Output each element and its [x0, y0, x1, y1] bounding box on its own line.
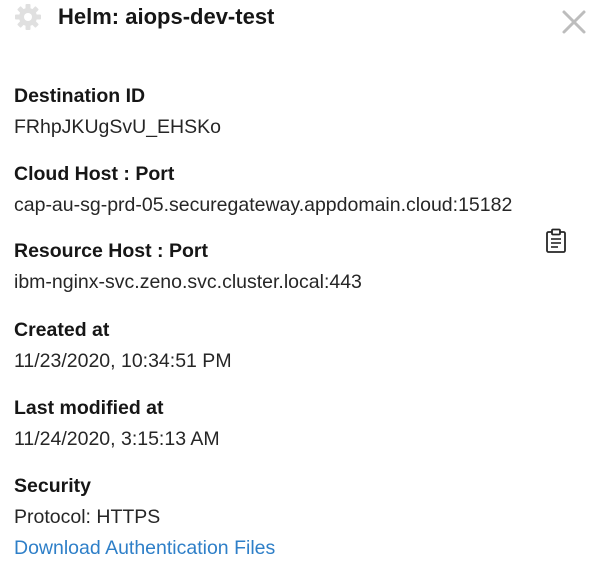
resource-host-value: ibm-nginx-svc.zeno.svc.cluster.local:443: [14, 271, 362, 293]
destination-id-value: FRhpJKUgSvU_EHSKo: [14, 116, 221, 138]
panel-title: Helm: aiops-dev-test: [58, 4, 275, 29]
created-at-label: Created at: [14, 319, 110, 341]
resource-host-field: Resource Host : Port ibm-nginx-svc.zeno.…: [14, 239, 362, 294]
last-modified-field: Last modified at 11/24/2020, 3:15:13 AM: [14, 396, 220, 451]
cloud-host-label: Cloud Host : Port: [14, 163, 175, 185]
destination-details-panel: Helm: aiops-dev-test Destination ID FRhp…: [0, 0, 608, 572]
close-icon[interactable]: [560, 8, 588, 36]
security-label: Security: [14, 475, 91, 497]
last-modified-label: Last modified at: [14, 397, 164, 419]
download-auth-files-link[interactable]: Download Authentication Files: [14, 536, 275, 560]
created-at-value: 11/23/2020, 10:34:51 PM: [14, 350, 232, 372]
panel-header: Helm: aiops-dev-test: [14, 2, 274, 32]
security-protocol: Protocol: HTTPS: [14, 506, 161, 528]
destination-id-label: Destination ID: [14, 85, 146, 107]
cloud-host-field: Cloud Host : Port cap-au-sg-prd-05.secur…: [14, 162, 512, 217]
last-modified-value: 11/24/2020, 3:15:13 AM: [14, 428, 220, 450]
gear-icon: [15, 4, 41, 30]
security-field: Security Protocol: HTTPS Download Authen…: [14, 474, 275, 560]
destination-id-field: Destination ID FRhpJKUgSvU_EHSKo: [14, 84, 221, 139]
cloud-host-value: cap-au-sg-prd-05.securegateway.appdomain…: [14, 194, 513, 216]
clipboard-icon[interactable]: [545, 228, 567, 254]
resource-host-label: Resource Host : Port: [14, 240, 208, 262]
created-at-field: Created at 11/23/2020, 10:34:51 PM: [14, 318, 232, 373]
